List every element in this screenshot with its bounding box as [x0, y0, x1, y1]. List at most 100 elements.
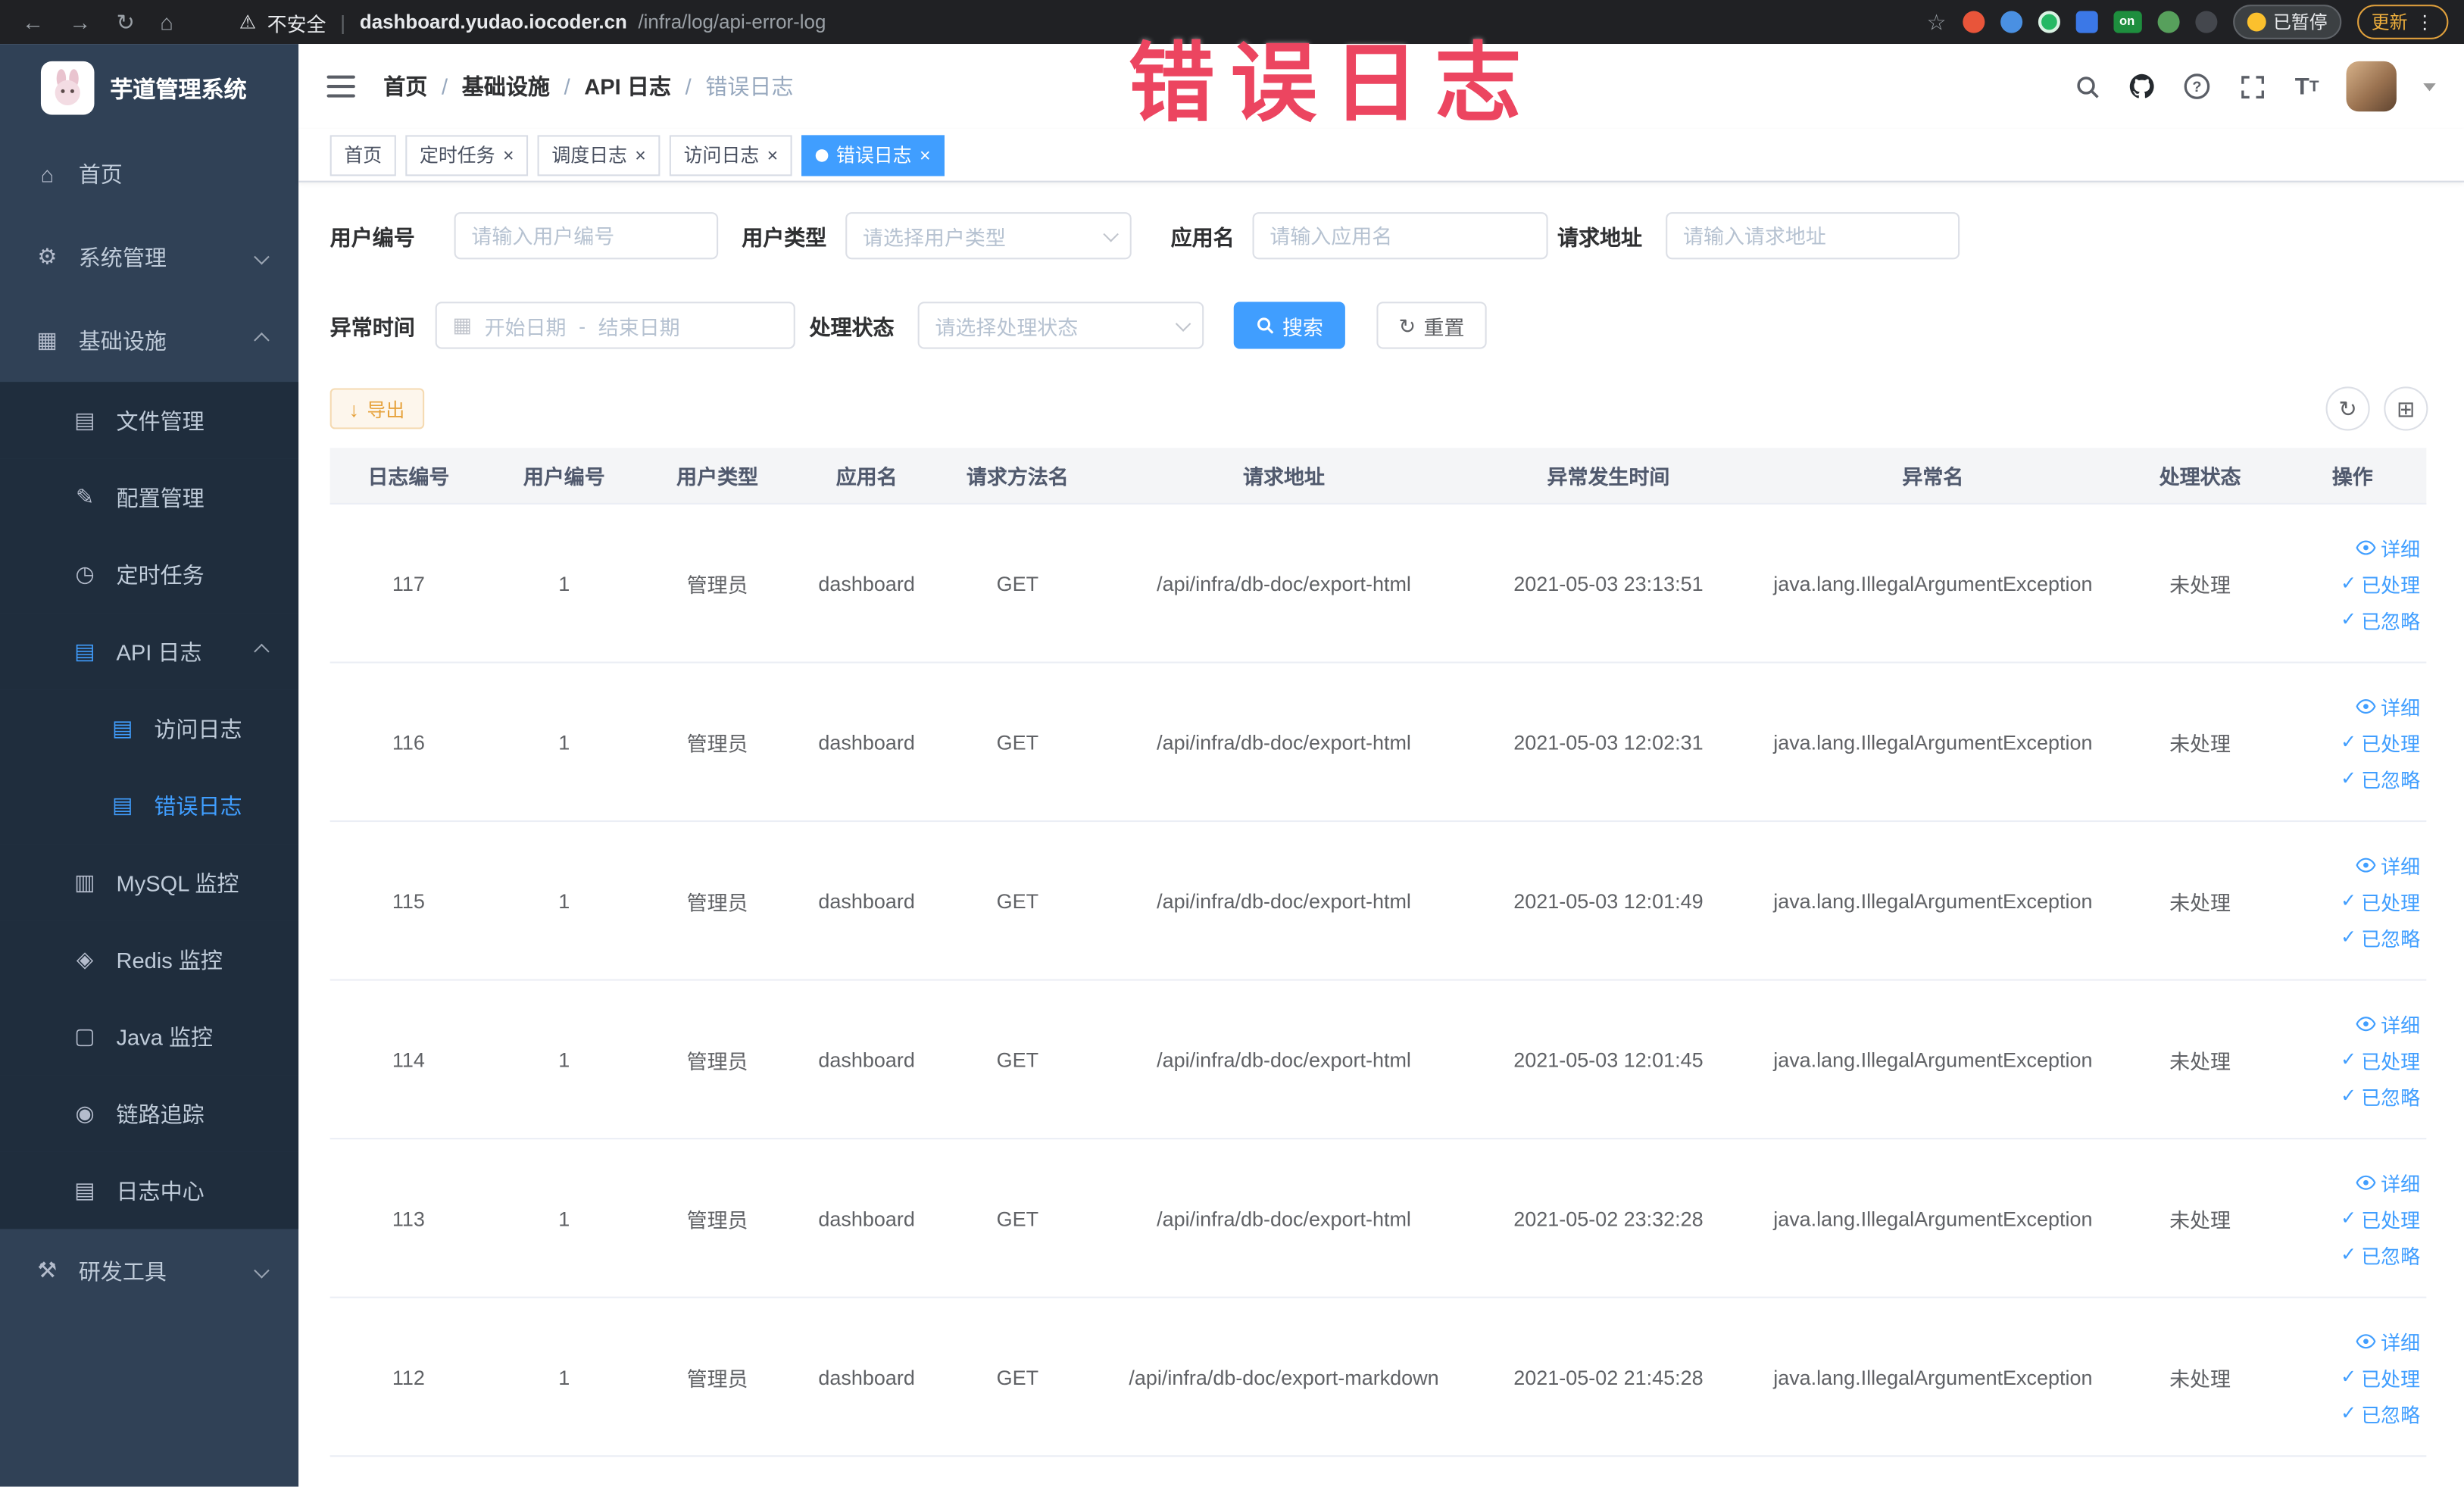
github-icon[interactable] — [2126, 70, 2157, 102]
search-button[interactable]: 搜索 — [1233, 301, 1345, 349]
check-icon: ✓ — [2341, 767, 2356, 789]
avatar-caret-icon[interactable] — [2423, 82, 2436, 91]
processed-link[interactable]: ✓ 已处理 — [2341, 568, 2420, 598]
paused-badge-label: 已暂停 — [2273, 14, 2328, 33]
processed-link[interactable]: ✓ 已处理 — [2341, 886, 2420, 915]
extension-on-badge[interactable]: on — [2113, 11, 2141, 33]
detail-link[interactable]: 详细 — [2356, 1326, 2420, 1355]
reset-button[interactable]: ↻ 重置 — [1376, 301, 1487, 349]
export-button[interactable]: ↓ 导出 — [329, 388, 424, 430]
forward-icon[interactable]: → — [69, 9, 91, 34]
user-avatar[interactable] — [2346, 61, 2397, 112]
tab-error-logs[interactable]: 错误日志 × — [801, 134, 945, 176]
sidebar-item-log-center[interactable]: ▤ 日志中心 — [0, 1151, 299, 1229]
detail-link[interactable]: 详细 — [2356, 691, 2420, 720]
ignored-link-label: 已忽略 — [2361, 928, 2421, 951]
fullscreen-icon[interactable] — [2236, 70, 2267, 102]
help-icon[interactable]: ? — [2181, 70, 2213, 102]
font-size-icon[interactable]: TT — [2291, 70, 2322, 102]
cell-url: /api/infra/db-doc/export-markdown — [1129, 1364, 1439, 1389]
tab-home[interactable]: 首页 — [329, 134, 396, 176]
check-icon: ✓ — [2341, 1084, 2356, 1107]
sidebar-item-redis-monitor[interactable]: ◈ Redis 监控 — [0, 920, 299, 998]
paused-badge[interactable]: 已暂停 — [2232, 5, 2342, 39]
extension-icon[interactable] — [2000, 11, 2022, 33]
request-url-input[interactable] — [1666, 212, 1960, 260]
sidebar-item-mysql-monitor[interactable]: ▥ MySQL 监控 — [0, 844, 299, 921]
tab-label: 错误日志 — [835, 144, 912, 167]
browser-update-button[interactable]: 更新 ⋮ — [2357, 5, 2449, 39]
sidebar-item-trace[interactable]: ◉ 链路追踪 — [0, 1075, 299, 1152]
ignored-link[interactable]: ✓ 已忽略 — [2341, 763, 2420, 792]
breadcrumb-item[interactable]: 首页 — [383, 70, 427, 102]
filter-row: 异常时间 ▦ 开始日期 - 结束日期 处理状态 请选择处理状态 搜索 ↻ 重置 — [330, 301, 2428, 349]
detail-link[interactable]: 详细 — [2356, 849, 2420, 879]
sidebar-item-access-logs[interactable]: ▤ 访问日志 — [0, 689, 299, 767]
user-type-select[interactable]: 请选择用户类型 — [845, 212, 1132, 260]
sidebar-collapse-icon[interactable] — [326, 75, 355, 98]
processed-link-label: 已处理 — [2361, 1209, 2421, 1232]
sidebar-item-infrastructure[interactable]: ▦ 基础设施 — [0, 298, 298, 382]
detail-link[interactable]: 详细 — [2356, 1008, 2420, 1038]
reload-icon[interactable]: ↻ — [117, 8, 135, 35]
ignored-link[interactable]: ✓ 已忽略 — [2341, 1398, 2420, 1427]
ignored-link[interactable]: ✓ 已忽略 — [2341, 1239, 2420, 1269]
user-id-input[interactable] — [454, 212, 719, 260]
date-range-picker[interactable]: ▦ 开始日期 - 结束日期 — [435, 301, 795, 349]
processed-link[interactable]: ✓ 已处理 — [2341, 727, 2420, 757]
bookmark-star-icon[interactable]: ☆ — [1926, 8, 1946, 35]
sidebar-item-error-logs[interactable]: ▤ 错误日志 — [0, 767, 299, 845]
tab-dispatch-logs[interactable]: 调度日志 × — [537, 134, 661, 176]
tab-access-logs[interactable]: 访问日志 × — [669, 134, 792, 176]
processed-link[interactable]: ✓ 已处理 — [2341, 1362, 2420, 1392]
sidebar-item-scheduled-tasks[interactable]: ◷ 定时任务 — [0, 536, 299, 614]
error-log-icon: ▤ — [112, 792, 133, 817]
refresh-table-button[interactable]: ↻ — [2325, 386, 2370, 431]
detail-link[interactable]: 详细 — [2356, 532, 2420, 561]
extension-pin-icon[interactable] — [2194, 11, 2217, 33]
address-bar[interactable]: ⚠ 不安全 | dashboard.yudao.iocoder.cn/infra… — [239, 7, 1927, 36]
close-icon[interactable]: × — [920, 145, 931, 164]
check-icon: ✓ — [2341, 1365, 2356, 1388]
sidebar-item-home[interactable]: ⌂ 首页 — [0, 132, 298, 215]
ignored-link[interactable]: ✓ 已忽略 — [2341, 604, 2420, 634]
close-icon[interactable]: × — [767, 145, 779, 164]
close-icon[interactable]: × — [503, 145, 514, 164]
select-placeholder: 请选择用户类型 — [863, 225, 1006, 249]
security-warning-icon: ⚠ — [239, 11, 257, 33]
sidebar-item-api-logs[interactable]: ▤ API 日志 — [0, 613, 299, 690]
breadcrumb-item[interactable]: 基础设施 — [462, 70, 550, 102]
sidebar-item-devtools[interactable]: ⚒ 研发工具 — [0, 1229, 298, 1312]
breadcrumb-item: 错误日志 — [705, 73, 794, 99]
ignored-link[interactable]: ✓ 已忽略 — [2341, 1080, 2420, 1110]
extension-leaf-icon[interactable] — [2156, 11, 2179, 33]
sidebar-item-config-management[interactable]: ✎ 配置管理 — [0, 458, 299, 536]
process-status-select[interactable]: 请选择处理状态 — [917, 301, 1204, 349]
sidebar-item-java-monitor[interactable]: ▢ Java 监控 — [0, 998, 299, 1076]
sidebar-item-system[interactable]: ⚙ 系统管理 — [0, 215, 298, 298]
file-icon: ▤ — [74, 407, 95, 433]
extension-icon[interactable] — [2075, 11, 2097, 33]
select-placeholder: 请选择处理状态 — [935, 314, 1079, 339]
sidebar-item-file-management[interactable]: ▤ 文件管理 — [0, 382, 299, 459]
tab-scheduled-tasks[interactable]: 定时任务 × — [405, 134, 529, 176]
back-icon[interactable]: ← — [22, 9, 44, 34]
app-logo[interactable]: 芋道管理系统 — [0, 44, 298, 132]
ignored-link[interactable]: ✓ 已忽略 — [2341, 922, 2420, 951]
extension-icon[interactable] — [2037, 11, 2060, 33]
column-settings-button[interactable]: ⊞ — [2384, 386, 2428, 431]
detail-link[interactable]: 详细 — [2356, 1167, 2420, 1196]
extension-icon[interactable] — [1962, 11, 1985, 33]
processed-link[interactable]: ✓ 已处理 — [2341, 1045, 2420, 1074]
processed-link-label: 已处理 — [2361, 574, 2421, 597]
ignored-link-label: 已忽略 — [2361, 1245, 2421, 1268]
search-icon[interactable] — [2071, 70, 2102, 102]
breadcrumb-item[interactable]: API 日志 — [584, 70, 671, 102]
close-icon[interactable]: × — [635, 145, 646, 164]
cell-user-id: 1 — [558, 1364, 570, 1389]
app-name-input[interactable] — [1252, 212, 1548, 260]
column-header: 用户编号 — [523, 465, 605, 489]
processed-link[interactable]: ✓ 已处理 — [2341, 1203, 2420, 1232]
chevron-up-icon — [254, 332, 270, 348]
home-icon[interactable]: ⌂ — [160, 9, 173, 34]
